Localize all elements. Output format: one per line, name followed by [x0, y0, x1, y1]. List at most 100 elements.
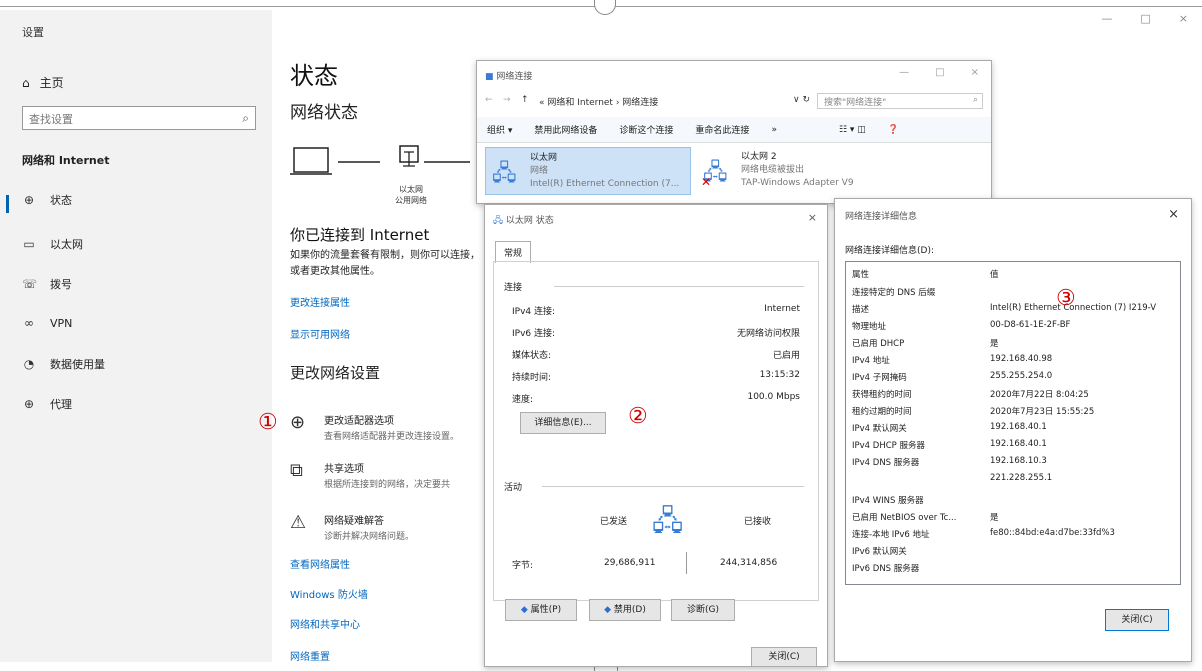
- data-usage-icon: ◔: [23, 357, 35, 371]
- dialup-icon: ☏: [22, 277, 38, 291]
- minimize-button[interactable]: —: [1101, 12, 1112, 25]
- globe-icon: ⊕: [23, 193, 35, 207]
- window-controls: — □ ×: [899, 67, 979, 78]
- home-label: 主页: [39, 76, 64, 90]
- sharing-options[interactable]: ⧉ 共享选项 根据所连接到的网络，决定要共: [290, 460, 450, 490]
- tab-general[interactable]: 常规: [495, 241, 532, 263]
- rename-button[interactable]: 重命名此连接: [695, 123, 749, 136]
- change-properties-link[interactable]: 更改连接属性: [290, 294, 350, 309]
- close-button[interactable]: 关闭(C): [1105, 609, 1169, 631]
- proxy-icon: ⊕: [23, 397, 35, 411]
- list-item: IPv6 默认网关: [852, 547, 907, 557]
- windows-firewall-link[interactable]: Windows 防火墙: [290, 586, 368, 601]
- vpn-icon: ∞: [24, 316, 34, 330]
- minimize-button[interactable]: —: [899, 67, 909, 78]
- nav-label: 以太网: [50, 238, 83, 251]
- list-item: 连接-本地 IPv6 地址 fe80::84bd:e4a:d7be:33fd%3: [852, 528, 1115, 540]
- more-button[interactable]: »: [771, 125, 777, 135]
- details-list[interactable]: 属性 值 连接特定的 DNS 后缀 描述 Intel(R) Ethernet Co…: [845, 261, 1181, 585]
- nav-ethernet[interactable]: ▭ 以太网: [22, 236, 83, 252]
- search-icon: ⌕: [972, 95, 978, 105]
- ipv4-label: IPv4 连接:: [512, 307, 556, 317]
- adapter-name: 以太网 2: [741, 152, 777, 162]
- back-icon[interactable]: ←: [485, 95, 493, 105]
- section-heading: 网络和 Internet: [22, 154, 110, 167]
- close-button[interactable]: ×: [1179, 12, 1188, 25]
- close-button[interactable]: ×: [971, 67, 979, 78]
- ethernet-icon: ▭: [23, 237, 35, 251]
- troubleshooter[interactable]: ⚠ 网络疑难解答 诊断并解决网络问题。: [290, 512, 414, 542]
- close-icon[interactable]: ×: [808, 211, 817, 224]
- shield-icon: ◆: [604, 605, 612, 615]
- nav-status[interactable]: ⊕ 状态: [22, 192, 72, 208]
- nav-label: 拨号: [50, 278, 72, 291]
- disable-device-button[interactable]: 禁用此网络设备: [534, 123, 597, 136]
- adapter-ethernet-2[interactable]: 🖧 ✕ 以太网 2 网络电缆被拔出 TAP-Windows Adapter V9: [697, 147, 957, 195]
- nav-dialup[interactable]: ☏ 拨号: [22, 276, 72, 292]
- diagnose-button[interactable]: 诊断这个连接: [619, 123, 673, 136]
- maximize-button[interactable]: □: [935, 67, 944, 78]
- adapter-device: TAP-Windows Adapter V9: [741, 178, 854, 188]
- ipv6-value: 无网络访问权限: [736, 329, 800, 339]
- list-item: 租约过期的时间 2020年7月23日 15:55:25: [852, 407, 1095, 417]
- close-button[interactable]: 关闭(C): [751, 647, 817, 667]
- network-folder-icon: ■: [485, 72, 494, 82]
- column-header-property: 属性: [852, 270, 870, 280]
- adapter-options[interactable]: ⊕ 更改适配器选项 查看网络适配器并更改连接设置。: [290, 412, 459, 442]
- duration-label: 持续时间:: [512, 373, 552, 383]
- view-network-properties-link[interactable]: 查看网络属性: [290, 556, 350, 571]
- ethernet-status-dialog: 🖧 以太网 状态 × 常规 连接 IPv4 连接: Internet IPv6 …: [484, 204, 828, 667]
- sharing-center-link[interactable]: 网络和共享中心: [290, 616, 360, 631]
- page-hole-top: [594, 0, 616, 15]
- help-icon[interactable]: ❓: [888, 125, 899, 135]
- connection-group-label: 连接: [504, 283, 523, 293]
- organize-menu[interactable]: 组织 ▾: [487, 123, 512, 136]
- option-description: 诊断并解决网络问题。: [324, 532, 415, 542]
- ipv6-label: IPv6 连接:: [512, 329, 556, 339]
- list-item: 连接特定的 DNS 后缀: [852, 288, 936, 298]
- adapter-ethernet[interactable]: 🖧 以太网 网络 Intel(R) Ethernet Connection (7…: [485, 147, 691, 195]
- diagnose-button[interactable]: 诊断(G): [671, 599, 735, 621]
- disconnected-icon: ✕: [701, 175, 712, 189]
- network-reset-link[interactable]: 网络重置: [290, 648, 330, 663]
- speed-label: 速度:: [512, 395, 534, 405]
- close-icon[interactable]: ×: [1168, 207, 1179, 222]
- sharing-icon: ⧉: [290, 460, 303, 481]
- search-input[interactable]: 搜索"网络连接" ⌕: [817, 93, 983, 109]
- nav-proxy[interactable]: ⊕ 代理: [22, 396, 72, 412]
- media-state-label: 媒体状态:: [512, 351, 552, 361]
- refresh-icon[interactable]: ∨ ↻: [793, 95, 810, 105]
- nav-label: 状态: [50, 194, 72, 207]
- list-item: 已启用 DHCP 是: [852, 339, 999, 349]
- active-indicator: [6, 195, 9, 213]
- network-status-heading: 网络状态: [290, 103, 358, 123]
- nav-label: 数据使用量: [50, 358, 105, 371]
- home-nav[interactable]: ⌂ 主页: [22, 74, 64, 91]
- diagram-label: 以太网 公用网络: [395, 185, 427, 205]
- adapter-status: 网络: [530, 166, 549, 176]
- breadcrumb[interactable]: « 网络和 Internet › 网络连接: [539, 95, 658, 108]
- connection-details-dialog: 网络连接详细信息 × 网络连接详细信息(D): 属性 值 连接特定的 DNS 后…: [834, 198, 1192, 662]
- maximize-button[interactable]: □: [1140, 12, 1150, 25]
- dialog-title: 网络连接详细信息: [845, 212, 918, 222]
- network-icon: 🖧: [493, 216, 504, 226]
- list-item: IPv4 地址 192.168.40.98: [852, 354, 1053, 366]
- nav-label: VPN: [50, 316, 73, 330]
- forward-icon[interactable]: →: [503, 95, 511, 105]
- details-button[interactable]: 详细信息(E)...: [520, 412, 606, 434]
- up-icon[interactable]: ↑: [521, 95, 529, 105]
- view-options-icon[interactable]: ☷ ▾ ◫: [839, 125, 866, 135]
- annotation-marker-3: ③: [1056, 286, 1076, 311]
- settings-search-input[interactable]: 查找设置 ⌕: [22, 106, 256, 130]
- show-networks-link[interactable]: 显示可用网络: [290, 326, 350, 341]
- properties-button[interactable]: ◆ 属性(P): [505, 599, 577, 621]
- list-item: 描述 Intel(R) Ethernet Connection (7) I219-…: [852, 303, 1157, 315]
- nav-vpn[interactable]: ∞ VPN: [22, 316, 72, 330]
- network-adapter-icon: 🖧: [492, 161, 517, 186]
- settings-sidebar: 设置 ⌂ 主页 查找设置 ⌕ 网络和 Internet ⊕ 状态 ▭ 以太网 ☏…: [0, 10, 272, 662]
- nav-data-usage[interactable]: ◔ 数据使用量: [22, 356, 105, 372]
- search-icon[interactable]: ⌕: [242, 111, 249, 126]
- list-item: IPv4 DHCP 服务器 192.168.40.1: [852, 439, 1047, 451]
- duration-value: 13:15:32: [759, 370, 800, 380]
- disable-button[interactable]: ◆ 禁用(D): [589, 599, 661, 621]
